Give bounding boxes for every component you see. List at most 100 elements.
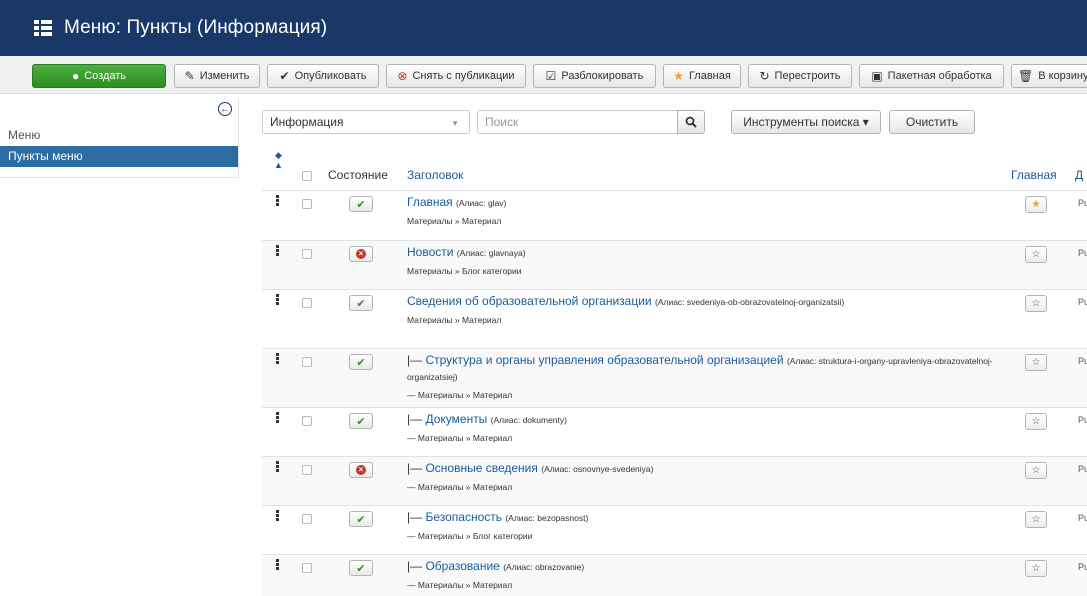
row-checkbox[interactable]	[302, 563, 312, 573]
sidebar-item-menu-items[interactable]: Пункты меню	[0, 146, 238, 167]
star-icon: ☆	[1031, 357, 1041, 368]
published-toggle[interactable]: ✔	[349, 295, 373, 311]
sidebar-item-menu[interactable]: Меню	[8, 128, 40, 142]
clear-button[interactable]: Очистить	[889, 110, 975, 134]
batch-icon: ▣	[871, 69, 883, 83]
row-checkbox[interactable]	[302, 298, 312, 308]
star-icon: ★	[1031, 199, 1041, 210]
drag-handle-icon[interactable]	[276, 195, 280, 207]
rebuild-button[interactable]: ↻ Перестроить	[748, 64, 852, 88]
row-title-link[interactable]: Структура и органы управления образовате…	[425, 353, 783, 367]
row-title-cell: |— Основные сведения (Алиас: osnovnye-sv…	[407, 461, 1007, 495]
row-alias: (Алиас: bezopasnost)	[505, 513, 589, 523]
search-icon	[685, 116, 697, 128]
home-toggle[interactable]: ☆	[1025, 413, 1047, 430]
published-toggle[interactable]: ✔	[349, 413, 373, 429]
home-toggle[interactable]: ☆	[1025, 511, 1047, 528]
trash-button-label: В корзину	[1038, 70, 1087, 82]
search-input[interactable]: Поиск	[477, 110, 677, 134]
row-access: Pu	[1078, 248, 1087, 258]
row-checkbox[interactable]	[302, 416, 312, 426]
row-title-link[interactable]: Безопасность	[425, 510, 502, 524]
row-title-link[interactable]: Новости	[407, 245, 453, 259]
row-checkbox[interactable]	[302, 465, 312, 475]
published-toggle[interactable]: ✔	[349, 354, 373, 370]
check-icon: ✔	[356, 562, 366, 575]
table-row: ✔ |— Структура и органы управления образо…	[262, 348, 1087, 407]
column-header-access[interactable]: Д	[1075, 168, 1083, 182]
row-alias: (Алиас: svedeniya-ob-obrazovatelnoj-orga…	[654, 297, 845, 307]
remove-circle-icon: ⊗	[397, 69, 408, 83]
published-toggle[interactable]: ✔	[349, 196, 373, 212]
unpublish-button[interactable]: ⊗ Снять с публикации	[386, 64, 526, 88]
unpublished-toggle[interactable]: ×	[349, 462, 373, 478]
star-icon: ☆	[1031, 249, 1041, 260]
row-checkbox[interactable]	[302, 199, 312, 209]
publish-button[interactable]: ✔ Опубликовать	[267, 64, 379, 88]
tree-prefix: |—	[407, 510, 426, 524]
drag-handle-icon[interactable]	[276, 461, 280, 473]
row-type: — Материалы » Материал	[407, 433, 513, 443]
create-button[interactable]: ● Создать	[32, 64, 166, 88]
title-bar: Меню: Пункты (Информация)	[0, 0, 1087, 56]
collapse-sidebar-icon[interactable]: ←	[218, 102, 232, 116]
plus-circle-icon: ●	[71, 69, 80, 83]
home-toggle[interactable]: ☆	[1025, 560, 1047, 577]
drag-handle-icon[interactable]	[276, 245, 280, 257]
table-header: ◆ ▲ Состояние Заголовок Главная Д	[262, 148, 1087, 190]
trash-button[interactable]: 🗑 В корзину	[1011, 64, 1087, 88]
published-toggle[interactable]: ✔	[349, 511, 373, 527]
published-toggle[interactable]: ✔	[349, 560, 373, 576]
checkin-button[interactable]: ☑ Разблокировать	[533, 64, 656, 88]
menu-select-value: Информация	[270, 115, 344, 129]
drag-handle-icon[interactable]	[276, 412, 280, 424]
drag-handle-icon[interactable]	[276, 510, 280, 522]
column-header-home[interactable]: Главная	[1011, 168, 1057, 182]
unpublished-toggle[interactable]: ×	[349, 246, 373, 262]
column-header-title[interactable]: Заголовок	[407, 168, 463, 182]
search-tools-button[interactable]: Инструменты поиска ▾	[731, 110, 881, 134]
drag-handle-icon[interactable]	[276, 294, 280, 306]
check-icon: ✔	[356, 356, 366, 369]
check-icon: ✔	[279, 69, 290, 83]
drag-handle-icon[interactable]	[276, 353, 280, 365]
row-title-link[interactable]: Образование	[425, 559, 499, 573]
remove-circle-icon: ×	[356, 465, 366, 475]
check-icon: ✔	[356, 297, 366, 310]
row-title-link[interactable]: Документы	[425, 412, 487, 426]
home-button[interactable]: ★ Главная	[663, 64, 741, 88]
drag-handle-icon[interactable]	[276, 559, 280, 571]
home-toggle[interactable]: ☆	[1025, 246, 1047, 263]
row-checkbox[interactable]	[302, 249, 312, 259]
row-title-link[interactable]: Главная	[407, 195, 453, 209]
page-title: Меню: Пункты (Информация)	[64, 17, 328, 38]
star-icon: ☆	[1031, 298, 1041, 309]
batch-button[interactable]: ▣ Пакетная обработка	[859, 64, 1004, 88]
home-toggle[interactable]: ★	[1025, 196, 1047, 213]
home-toggle[interactable]: ☆	[1025, 462, 1047, 479]
tree-prefix: |—	[407, 559, 426, 573]
row-title-link[interactable]: Сведения об образовательной организации	[407, 294, 652, 308]
row-checkbox[interactable]	[302, 514, 312, 524]
sort-order-icon[interactable]: ◆ ▲	[274, 150, 283, 170]
check-icon: ✔	[356, 513, 366, 526]
rebuild-button-label: Перестроить	[774, 70, 841, 82]
star-icon: ★	[673, 69, 684, 83]
search-button[interactable]	[677, 110, 705, 134]
row-type: Материалы » Материал	[407, 315, 502, 325]
row-access: Pu	[1078, 297, 1087, 307]
select-all-checkbox[interactable]	[302, 171, 312, 181]
column-header-state[interactable]: Состояние	[328, 168, 388, 182]
home-toggle[interactable]: ☆	[1025, 295, 1047, 312]
row-alias: (Алиас: glav)	[456, 198, 507, 208]
row-checkbox[interactable]	[302, 357, 312, 367]
row-type: — Материалы » Материал	[407, 390, 513, 400]
check-icon: ✔	[356, 415, 366, 428]
row-title-cell: |— Безопасность (Алиас: bezopasnost) — Ма…	[407, 510, 1007, 544]
edit-button[interactable]: ✎ Изменить	[174, 64, 260, 88]
table-row: ✔ Сведения об образовательной организации…	[262, 289, 1087, 348]
table-row: × |— Основные сведения (Алиас: osnovnye-s…	[262, 456, 1087, 505]
home-toggle[interactable]: ☆	[1025, 354, 1047, 371]
menu-select[interactable]: Информация ▼	[262, 110, 470, 134]
row-title-link[interactable]: Основные сведения	[425, 461, 537, 475]
